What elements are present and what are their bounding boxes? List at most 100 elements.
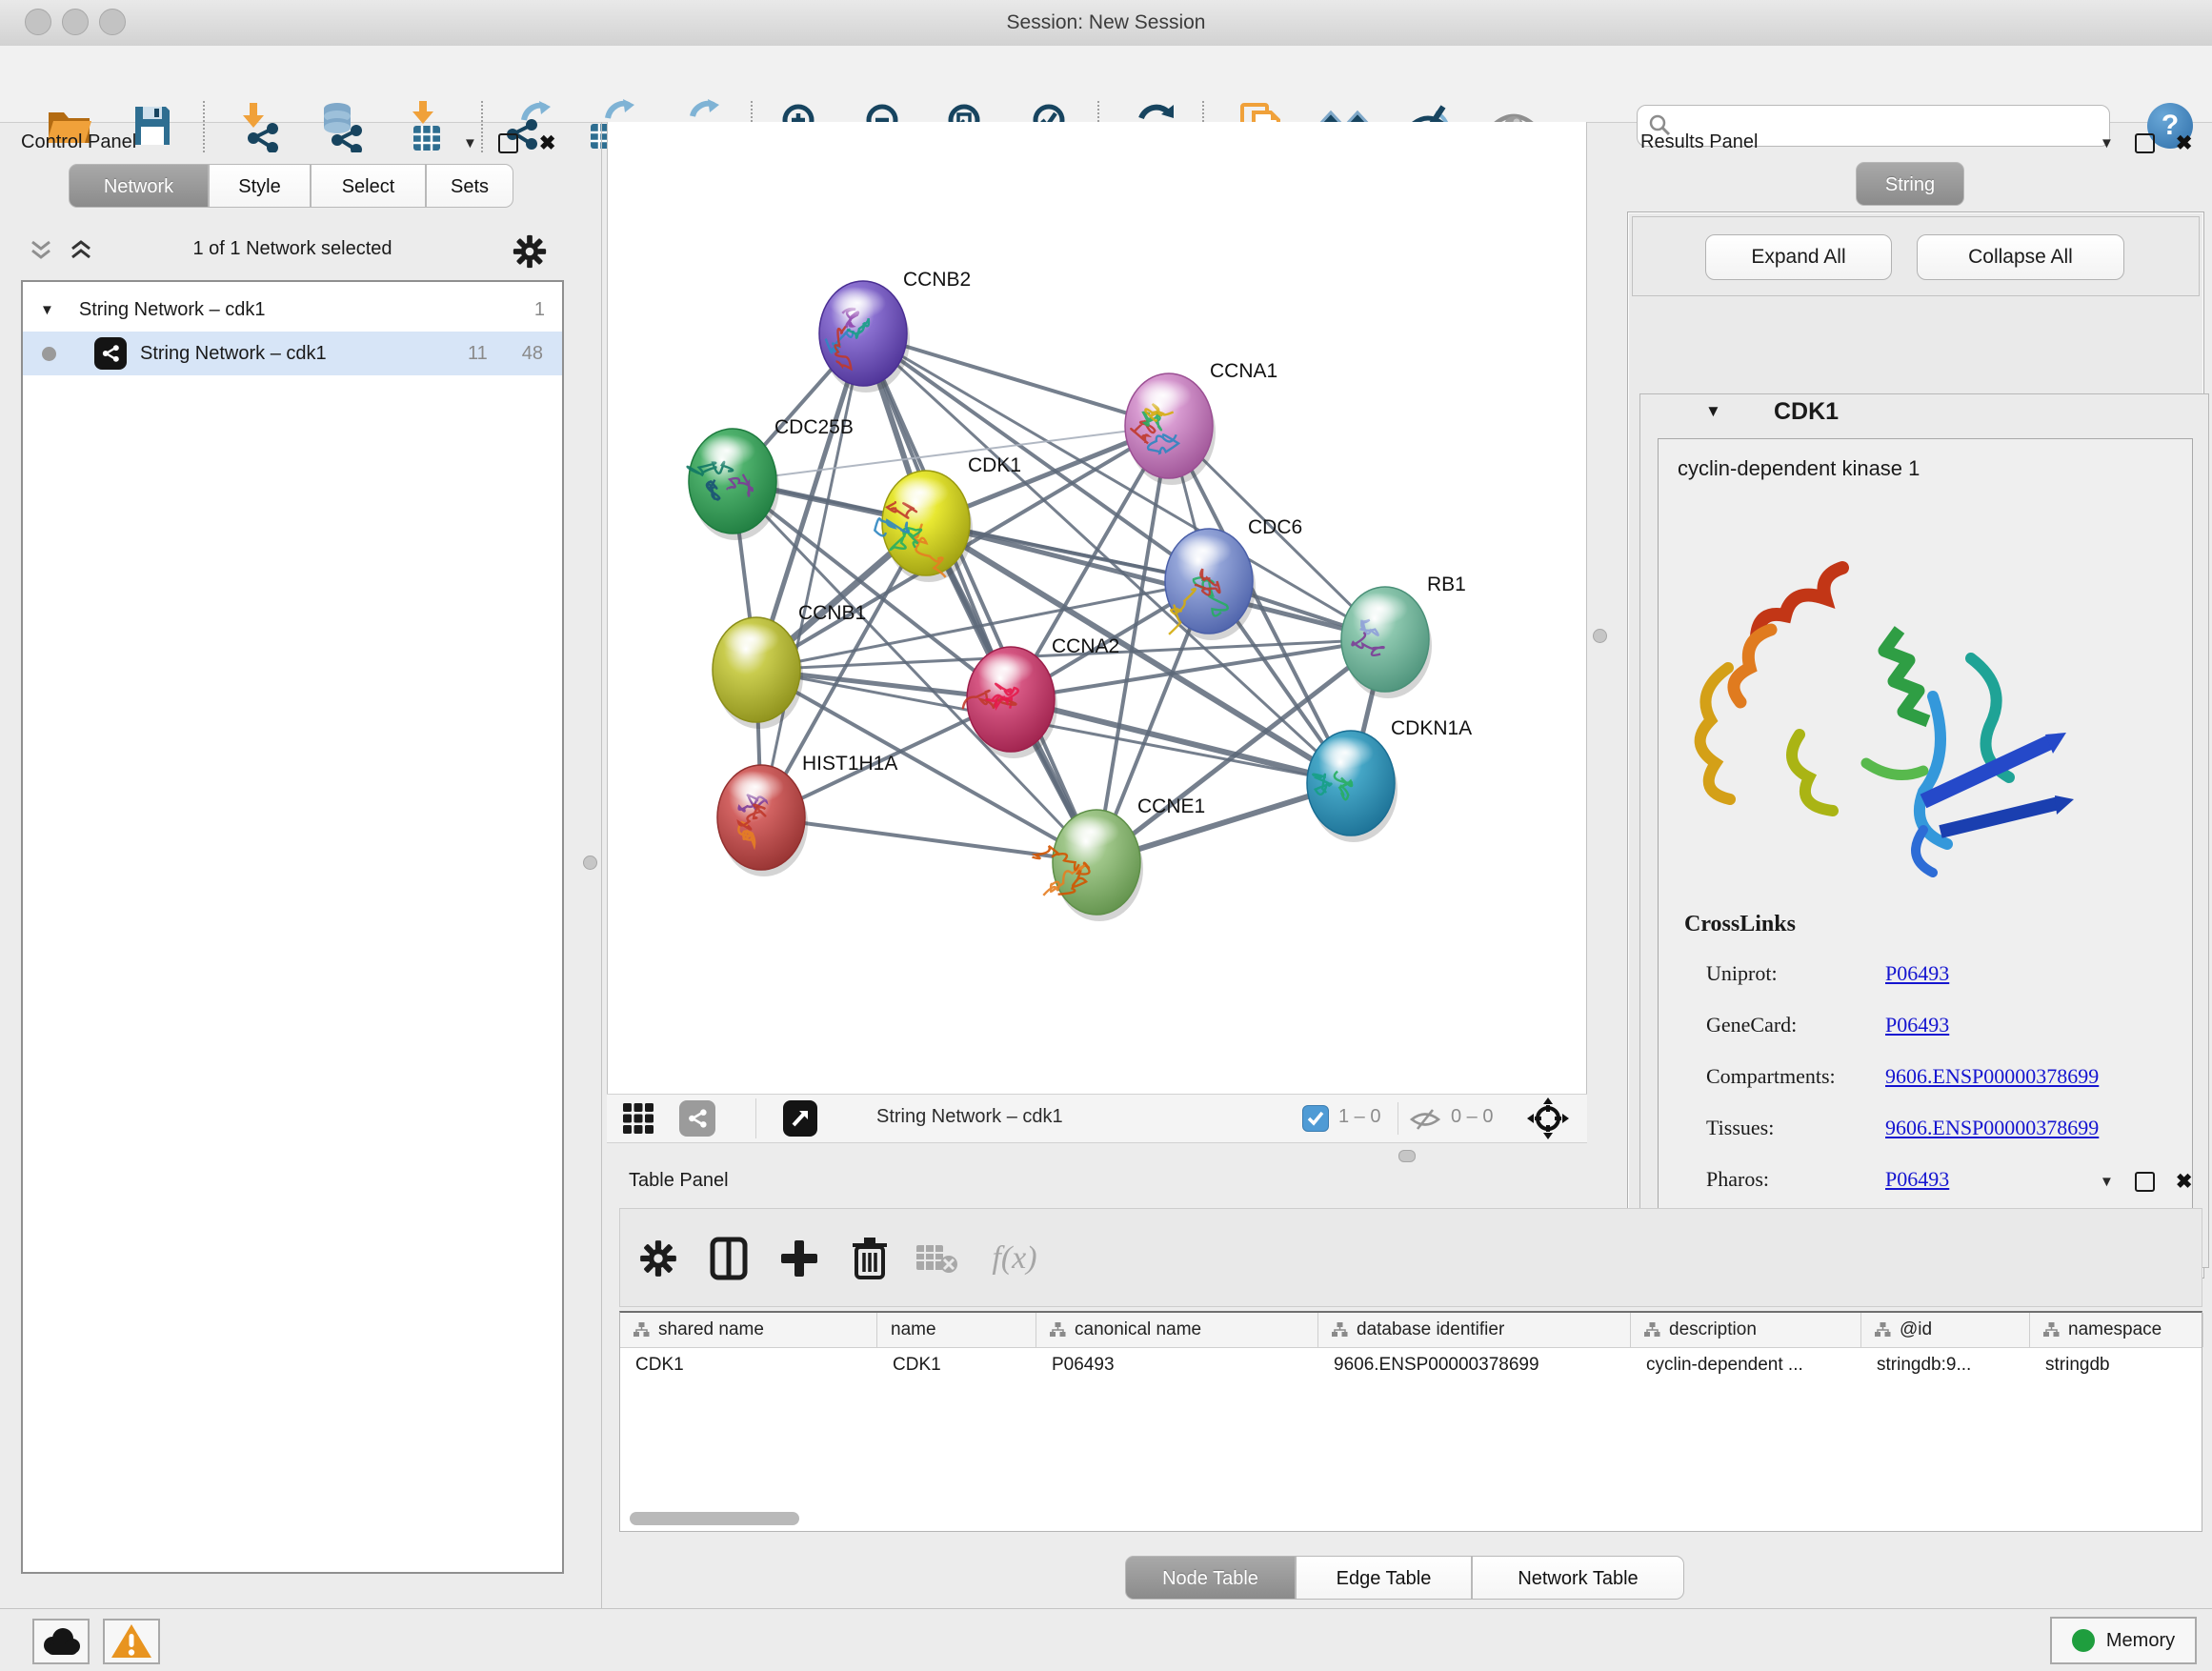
table-gear-icon[interactable] [633,1234,683,1283]
birdseye-view-icon[interactable] [783,1100,817,1137]
network-node-CDKN1A[interactable]: CDKN1A [1307,717,1472,842]
crosslink-link[interactable]: 9606.ENSP00000378699 [1885,1116,2099,1140]
hidden-node-edge-counts: 0 – 0 [1451,1106,1493,1128]
cloud-icon[interactable] [32,1619,90,1664]
network-canvas[interactable]: CCNB2CCNA1CDC25BCDK1CDC6RB1CCNB1CCNA2CDK… [607,122,1587,1094]
crosslink-link[interactable]: P06493 [1885,961,1949,986]
node-count: 11 [468,343,488,365]
collapse-all-button[interactable]: Collapse All [1917,234,2124,280]
table-cell[interactable]: cyclin-dependent ... [1631,1348,1861,1382]
tab-string[interactable]: String [1856,162,1964,206]
tab-style[interactable]: Style [209,164,311,208]
right-splitter-grip[interactable] [1593,629,1607,643]
table-cell[interactable]: stringdb [2030,1348,2203,1382]
warning-icon[interactable] [103,1619,160,1664]
expand-all-button[interactable]: Expand All [1705,234,1892,280]
fit-selected-crosshair-icon[interactable] [1527,1097,1569,1144]
table-panel-title: Table Panel [629,1170,729,1192]
left-splitter-grip[interactable] [583,856,597,870]
table-row[interactable]: CDK1CDK1P064939606.ENSP00000378699cyclin… [620,1348,2202,1382]
crosslink-row: Uniprot:P06493 [1706,961,2182,986]
results-panel-title: Results Panel [1640,131,1758,153]
column-header-name[interactable]: name [877,1313,1036,1347]
tab-node-table[interactable]: Node Table [1125,1556,1296,1600]
protein-structure-image [1685,515,2085,906]
gene-description: cyclin-dependent kinase 1 [1678,456,1920,481]
memory-status-dot-icon [2072,1629,2095,1652]
network-node-RB1[interactable]: RB1 [1341,574,1466,698]
network-badge-icon[interactable] [679,1100,715,1137]
results-buttons-box: Expand All Collapse All [1632,216,2200,296]
table-panel: Table Panel ▼ ✖ f(x) shared n [602,1148,2212,1608]
status-bar: Memory [0,1608,2212,1671]
network-collection-row[interactable]: ▼ String Network – cdk1 1 [23,288,562,332]
panel-menu-icon[interactable]: ▼ [463,135,477,151]
crosslink-row: Compartments:9606.ENSP00000378699 [1706,1064,2182,1089]
crosslink-label: Tissues: [1706,1116,1774,1139]
tree-expander-icon[interactable]: ▼ [40,302,54,318]
control-panel-window-buttons: ▼ ✖ [463,131,555,155]
panel-close-icon[interactable]: ✖ [2176,1170,2193,1194]
window-title: Session: New Session [0,0,2212,46]
network-edge-CCNB2-CCNE1[interactable] [863,333,1096,862]
section-collapse-icon[interactable]: ▼ [1705,402,1721,421]
panel-menu-icon[interactable]: ▼ [2100,135,2114,151]
node-table[interactable]: shared namenamecanonical name database id… [619,1311,2202,1532]
network-edge-HIST1H1A-CCNE1[interactable] [761,817,1096,862]
network-node-CCNB2[interactable]: CCNB2 [819,269,971,393]
panel-close-icon[interactable]: ✖ [539,131,556,155]
selected-node-edge-counts: 1 – 0 [1338,1106,1380,1128]
network-node-CDK1[interactable]: CDK1 [875,454,1021,582]
column-header-label: database identifier [1357,1319,1504,1340]
network-node-CCNA1[interactable]: CCNA1 [1125,360,1277,485]
network-collection-label: String Network – cdk1 [79,299,266,321]
column-header-description[interactable]: description [1631,1313,1861,1347]
panel-menu-icon[interactable]: ▼ [2100,1174,2114,1190]
crosslink-link[interactable]: 9606.ENSP00000378699 [1885,1064,2099,1089]
node-label-CCNB2: CCNB2 [903,269,971,291]
gene-detail-box: cyclin-dependent kinase 1 [1658,438,2193,1225]
tab-network-table[interactable]: Network Table [1472,1556,1684,1600]
panel-float-icon[interactable] [2135,133,2155,153]
tab-sets[interactable]: Sets [426,164,513,208]
column-header-shared-name[interactable]: shared name [620,1313,877,1347]
node-label-RB1: RB1 [1427,574,1466,595]
network-options-gear-icon[interactable] [511,232,549,275]
column-header-database-identifier[interactable]: database identifier [1318,1313,1631,1347]
grid-view-icon[interactable] [620,1100,656,1137]
table-cell[interactable]: CDK1 [877,1348,1036,1382]
network-row-selected[interactable]: String Network – cdk1 11 48 [23,332,562,375]
table-cell[interactable]: 9606.ENSP00000378699 [1318,1348,1631,1382]
network-selection-summary: 1 of 1 Network selected [0,238,585,260]
crosslink-link[interactable]: P06493 [1885,1013,1949,1037]
panel-float-icon[interactable] [2135,1172,2155,1192]
hidden-eye-icon [1409,1108,1441,1136]
memory-button[interactable]: Memory [2050,1617,2197,1664]
tab-select[interactable]: Select [311,164,426,208]
collection-count: 1 [534,299,545,321]
table-cell[interactable]: stringdb:9... [1861,1348,2030,1382]
crosslink-label: GeneCard: [1706,1013,1797,1037]
column-header-namespace[interactable]: namespace [2030,1313,2203,1347]
table-panel-window-buttons: ▼ ✖ [2100,1170,2192,1194]
network-node-HIST1H1A[interactable]: HIST1H1A [717,753,897,876]
panel-close-icon[interactable]: ✖ [2176,131,2193,155]
shared-column-icon [2043,1322,2060,1338]
column-header-canonical-name[interactable]: canonical name [1036,1313,1318,1347]
create-column-icon[interactable] [774,1234,824,1283]
table-cell[interactable]: CDK1 [620,1348,877,1382]
table-panel-tabs: Node TableEdge TableNetwork Table [1125,1556,1684,1600]
selected-checkbox-icon[interactable] [1302,1105,1329,1132]
network-graph[interactable]: CCNB2CCNA1CDC25BCDK1CDC6RB1CCNB1CCNA2CDK… [608,122,1586,1094]
delete-column-trash-icon[interactable] [845,1234,895,1283]
tab-network[interactable]: Network [69,164,209,208]
panel-float-icon[interactable] [498,133,518,153]
network-node-CCNE1[interactable]: CCNE1 [1033,795,1206,921]
tab-edge-table[interactable]: Edge Table [1296,1556,1472,1600]
network-edge-CCNB2-HIST1H1A[interactable] [761,333,863,817]
table-cell[interactable]: P06493 [1036,1348,1318,1382]
horizontal-scrollbar-thumb[interactable] [630,1512,799,1525]
show-columns-icon[interactable] [704,1234,754,1283]
function-builder-icon: f(x) [978,1234,1051,1283]
column-header-@id[interactable]: @id [1861,1313,2030,1347]
